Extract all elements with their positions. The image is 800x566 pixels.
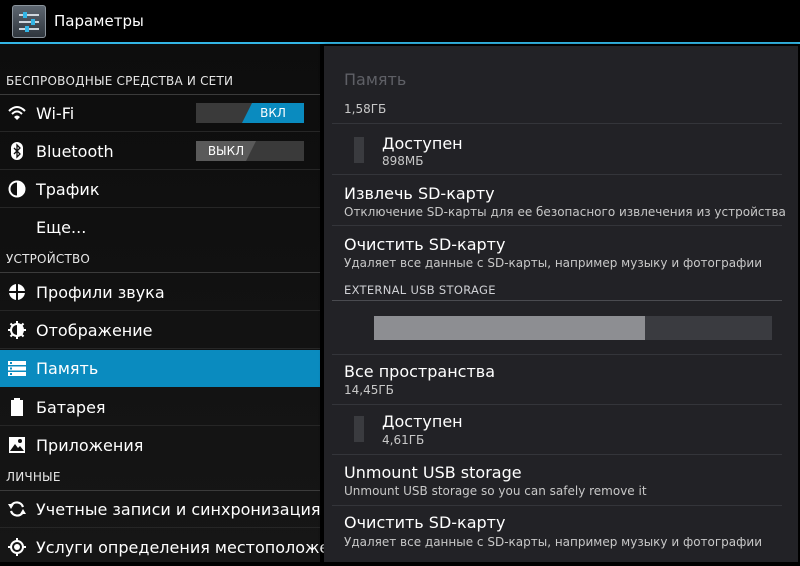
sound-icon (9, 284, 25, 300)
available-color-swatch (354, 416, 364, 442)
bluetooth-toggle[interactable]: ВЫКЛ (196, 141, 304, 161)
display-icon (8, 321, 26, 339)
item-divider (0, 131, 320, 132)
usb-available-value: 4,61ГБ (382, 433, 425, 447)
sidebar-item-label: Трафик (36, 180, 100, 199)
storage-icon (8, 361, 26, 376)
location-icon (8, 538, 26, 556)
item-divider (0, 207, 320, 208)
sidebar-item-label: Bluetooth (36, 142, 114, 161)
erase-sd-subtitle: Удаляет все данные с SD-карты, например … (344, 256, 763, 270)
sidebar-item-sound[interactable]: Профили звука (0, 274, 320, 311)
sidebar-item-display[interactable]: Отображение (0, 312, 320, 349)
sidebar-item-label: Еще... (36, 218, 87, 237)
sidebar-item-apps[interactable]: Приложения (0, 427, 320, 464)
data-usage-icon (8, 180, 26, 198)
apps-icon (9, 437, 25, 453)
top-storage-value: 1,58ГБ (344, 102, 387, 116)
sidebar-item-storage[interactable]: Память (0, 350, 320, 387)
section-header-wireless: БЕСПРОВОДНЫЕ СРЕДСТВА И СЕТИ (6, 74, 234, 88)
item-divider (0, 425, 320, 426)
erase-sd-label: Очистить SD-карту (344, 235, 506, 254)
unmount-sd-label: Извлечь SD-карту (344, 184, 495, 203)
section-header-device: УСТРОЙСТВО (6, 252, 91, 266)
sidebar-item-label: Профили звука (36, 283, 165, 302)
row-divider (332, 454, 782, 455)
sidebar-item-label: Отображение (36, 321, 153, 340)
pane-title: Память (344, 70, 407, 89)
row-divider (332, 505, 782, 506)
storage-detail-pane: Память 1,58ГБ Доступен 898МБ Извлечь SD-… (324, 46, 798, 562)
sidebar-item-battery[interactable]: Батарея (0, 389, 320, 426)
bluetooth-icon (11, 142, 23, 160)
sidebar-item-data-usage[interactable]: Трафик (0, 171, 320, 208)
toggle-off-label: ВЫКЛ (196, 141, 256, 161)
action-bar: Параметры (0, 0, 800, 44)
item-divider (0, 169, 320, 170)
unmount-sd-subtitle: Отключение SD-карты для ее безопасного и… (344, 205, 786, 219)
section-divider (0, 272, 320, 273)
sidebar-item-label: Память (36, 359, 99, 378)
item-divider (0, 348, 320, 349)
row-divider (332, 123, 782, 124)
unmount-usb-label: Unmount USB storage (344, 463, 522, 482)
settings-sidebar: БЕСПРОВОДНЫЕ СРЕДСТВА И СЕТИ Wi-Fi ВКЛ B… (0, 44, 329, 562)
section-header-usb-storage: EXTERNAL USB STORAGE (344, 283, 496, 297)
sidebar-item-location[interactable]: Услуги определения местоположе (0, 529, 329, 566)
erase-usb-label: Очистить SD-карту (344, 513, 506, 532)
sidebar-item-label: Услуги определения местоположе (36, 538, 330, 557)
sidebar-item-label: Приложения (36, 436, 144, 455)
wifi-toggle[interactable]: ВКЛ (196, 103, 304, 123)
usb-storage-usage-bar (374, 316, 772, 340)
toggle-on-label: ВКЛ (242, 103, 304, 123)
section-divider (332, 300, 782, 301)
sync-icon (8, 501, 26, 517)
item-divider (0, 527, 320, 528)
sidebar-item-bluetooth[interactable]: Bluetooth ВЫКЛ (0, 133, 320, 170)
section-header-personal: ЛИЧНЫЕ (6, 470, 61, 484)
usb-available-label: Доступен (382, 412, 463, 431)
sidebar-item-wifi[interactable]: Wi-Fi ВКЛ (0, 95, 320, 132)
wifi-icon (8, 106, 26, 120)
erase-usb-subtitle: Удаляет все данные с SD-карты, например … (344, 535, 763, 549)
settings-app-icon[interactable] (12, 5, 46, 38)
available-color-swatch (354, 137, 364, 163)
usb-total-value: 14,45ГБ (344, 383, 394, 397)
row-divider (332, 174, 782, 175)
unmount-usb-subtitle: Unmount USB storage so you can safely re… (344, 484, 647, 498)
item-divider (0, 310, 320, 311)
sidebar-item-label: Wi-Fi (36, 104, 75, 123)
usb-total-label: Все пространства (344, 362, 495, 381)
sidebar-item-more[interactable]: Еще... (0, 209, 320, 246)
sidebar-item-label: Батарея (36, 398, 106, 417)
sidebar-item-label: Учетные записи и синхронизация (36, 500, 321, 519)
usb-storage-used-fill (374, 316, 645, 340)
sidebar-item-accounts-sync[interactable]: Учетные записи и синхронизация (0, 491, 320, 528)
app-title: Параметры (54, 12, 144, 30)
sd-available-value: 898МБ (382, 154, 424, 168)
row-divider (332, 225, 782, 226)
row-divider (332, 354, 782, 355)
sd-available-label: Доступен (382, 134, 463, 153)
row-divider (332, 404, 782, 405)
battery-icon (11, 398, 23, 416)
